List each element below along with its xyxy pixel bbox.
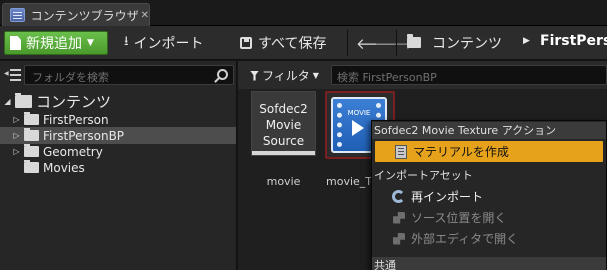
collapsed-triangle-icon[interactable]: ▷: [12, 115, 21, 124]
folder-icon: [24, 160, 39, 173]
tab-bar: コンテンツブラウザ ✕: [0, 0, 607, 26]
content-browser-icon: [10, 8, 25, 22]
save-icon: [240, 37, 252, 49]
menu-section-header: インポートアセット: [374, 169, 473, 182]
filter-button[interactable]: フィルタ ▼: [250, 67, 319, 84]
play-icon: [352, 120, 364, 136]
chevron-down-icon: ▼: [87, 38, 94, 48]
folder-icon: [15, 93, 32, 108]
filter-label: フィルタ: [262, 69, 310, 83]
filter-icon: [250, 70, 259, 81]
movie-icon-text: MOVIE: [347, 109, 371, 117]
asset-search-placeholder: 検索 FirstPersonBP: [337, 71, 437, 84]
import-icon: ⭳: [124, 34, 129, 49]
folder-search-input[interactable]: フォルダを検索: [24, 65, 234, 85]
tree-item-firstpersonbp[interactable]: ▷ FirstPersonBP: [0, 127, 236, 144]
import-button[interactable]: ⭳ インポート: [124, 31, 204, 55]
menu-item-label: ソース位置を開く: [411, 211, 507, 225]
menu-section-header: 共通: [372, 257, 606, 270]
add-new-button[interactable]: 新規追加 ▼: [4, 31, 108, 55]
new-document-icon: [10, 36, 21, 50]
context-menu: Sofdec2 Movie Texture アクション マテリアルを作成 インポ…: [371, 120, 607, 270]
asset-name[interactable]: movie_Te: [326, 175, 377, 188]
folder-icon: [24, 112, 39, 125]
asset-tile-movie-source[interactable]: Sofdec2 Movie Source: [251, 91, 316, 156]
tree-item-movies[interactable]: Movies: [0, 159, 236, 176]
tree-item-firstperson[interactable]: ▷ FirstPerson: [0, 111, 236, 128]
breadcrumb-current[interactable]: FirstPerson: [540, 33, 607, 49]
asset-name[interactable]: movie: [251, 175, 316, 188]
tree-item-label: FirstPersonBP: [43, 128, 125, 143]
menu-item-label: マテリアルを作成: [413, 145, 509, 159]
tree-item-label: コンテンツ: [36, 93, 112, 111]
breadcrumb-root[interactable]: コンテンツ: [432, 33, 502, 53]
reimport-icon: [392, 190, 405, 203]
folder-icon: [24, 144, 39, 157]
expanded-triangle-icon[interactable]: ◢: [3, 97, 12, 106]
sources-panel-toggle-icon[interactable]: [4, 68, 21, 82]
menu-item-reimport[interactable]: 再インポート: [372, 186, 606, 207]
save-all-button[interactable]: すべて保存: [240, 31, 326, 55]
tab-content-browser[interactable]: コンテンツブラウザ ✕: [2, 3, 150, 26]
close-icon[interactable]: ✕: [141, 10, 149, 21]
folder-sidebar: フォルダを検索 ◢ コンテンツ ▷ FirstPerson ▷ FirstPer…: [0, 61, 237, 270]
external-editor-icon: [393, 232, 405, 245]
menu-item-open-external-editor[interactable]: 外部エディタで開く: [372, 228, 606, 249]
tree-item-label: FirstPerson: [43, 112, 109, 127]
folder-icon: [24, 128, 39, 141]
tree-item-geometry[interactable]: ▷ Geometry: [0, 143, 236, 160]
asset-search-input[interactable]: 検索 FirstPersonBP: [331, 65, 607, 85]
tree-item-label: Movies: [43, 160, 85, 175]
toolbar-divider: [396, 30, 397, 56]
material-icon: [395, 144, 407, 159]
add-new-label: 新規追加: [26, 36, 82, 52]
save-all-label: すべて保存: [258, 36, 327, 52]
open-folder-icon: [393, 211, 405, 224]
tree-item-content[interactable]: ◢ コンテンツ: [0, 93, 236, 111]
toolbar-divider: [347, 30, 348, 56]
search-icon[interactable]: [217, 69, 228, 80]
filter-bar: フィルタ ▼ 検索 FirstPersonBP: [238, 61, 607, 89]
collapsed-triangle-icon[interactable]: ▷: [12, 147, 21, 156]
folder-search-placeholder: フォルダを検索: [32, 71, 109, 84]
chevron-down-icon: ▼: [312, 71, 319, 80]
import-label: インポート: [133, 36, 204, 52]
menu-item-create-material[interactable]: マテリアルを作成: [375, 141, 603, 162]
chevron-right-icon[interactable]: ▶: [523, 36, 530, 46]
collapsed-triangle-icon[interactable]: ▷: [12, 131, 21, 140]
menu-item-label: 再インポート: [411, 190, 484, 204]
menu-item-open-source-location[interactable]: ソース位置を開く: [372, 207, 606, 228]
tab-title: コンテンツブラウザ: [30, 8, 139, 23]
menu-item-label: 外部エディタで開く: [411, 232, 519, 246]
menu-section-header: Sofdec2 Movie Texture アクション: [372, 122, 606, 139]
folder-icon: [407, 34, 421, 48]
asset-type-bar: [252, 151, 315, 155]
asset-thumbnail-label: Sofdec2 Movie Source: [259, 102, 308, 148]
asset-thumbnail-text: Sofdec2 Movie Source: [252, 101, 315, 149]
toolbar: 新規追加 ▼ ⭳ インポート すべて保存 🡐 🡒 コンテンツ ▶ FirstPe…: [0, 26, 607, 60]
tree-item-label: Geometry: [43, 144, 103, 159]
